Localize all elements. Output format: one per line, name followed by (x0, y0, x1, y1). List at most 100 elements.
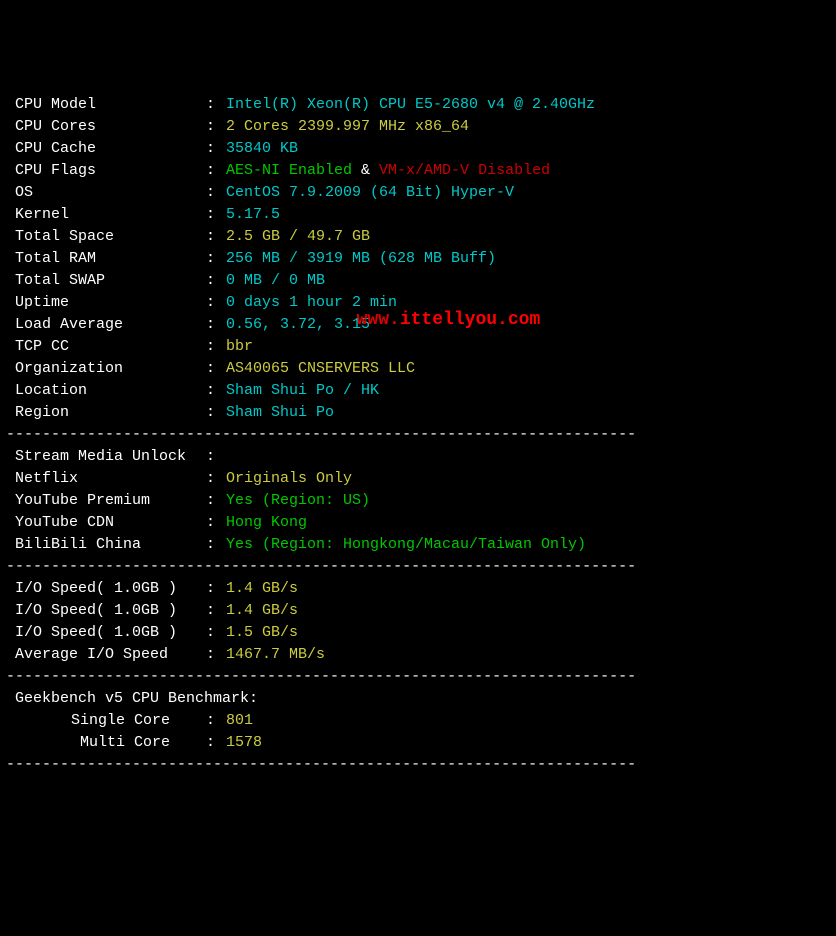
output-row: CPU Model: Intel(R) Xeon(R) CPU E5-2680 … (6, 94, 830, 116)
separator: : (206, 204, 226, 226)
output-row: TCP CC: bbr (6, 336, 830, 358)
divider: ----------------------------------------… (6, 756, 636, 773)
output-row: ----------------------------------------… (6, 556, 830, 578)
output-row: YouTube Premium: Yes (Region: US) (6, 490, 830, 512)
row-label: Kernel (6, 204, 206, 226)
row-label: CPU Flags (6, 160, 206, 182)
row-value: Yes (Region: US) (226, 492, 370, 509)
row-value: 1.5 GB/s (226, 624, 298, 641)
row-label: Total SWAP (6, 270, 206, 292)
separator: : (206, 534, 226, 556)
separator: : (206, 622, 226, 644)
row-value: Intel(R) Xeon(R) CPU E5-2680 v4 @ 2.40GH… (226, 96, 595, 113)
row-label: Total Space (6, 226, 206, 248)
output-row: Total SWAP: 0 MB / 0 MB (6, 270, 830, 292)
output-row: ----------------------------------------… (6, 754, 830, 776)
row-label: Uptime (6, 292, 206, 314)
separator: : (206, 468, 226, 490)
divider: ----------------------------------------… (6, 426, 636, 443)
row-label: BiliBili China (6, 534, 206, 556)
output-row: Stream Media Unlock: (6, 446, 830, 468)
separator: : (206, 644, 226, 666)
row-label: TCP CC (6, 336, 206, 358)
row-label: Organization (6, 358, 206, 380)
divider: ----------------------------------------… (6, 558, 636, 575)
row-label: I/O Speed( 1.0GB ) (6, 578, 206, 600)
separator: : (206, 490, 226, 512)
output-row: CPU Cores: 2 Cores 2399.997 MHz x86_64 (6, 116, 830, 138)
separator: : (206, 600, 226, 622)
output-row: YouTube CDN: Hong Kong (6, 512, 830, 534)
row-value: CentOS 7.9.2009 (64 Bit) Hyper-V (226, 184, 514, 201)
row-label: CPU Cache (6, 138, 206, 160)
separator: : (206, 314, 226, 336)
separator: : (206, 138, 226, 160)
separator: : (206, 248, 226, 270)
plain-text: Geekbench v5 CPU Benchmark: (6, 690, 258, 707)
separator: : (206, 358, 226, 380)
separator: : (206, 710, 226, 732)
output-row: I/O Speed( 1.0GB ): 1.4 GB/s (6, 578, 830, 600)
row-label: Total RAM (6, 248, 206, 270)
separator: : (206, 446, 226, 468)
output-row: Single Core : 801 (6, 710, 830, 732)
output-row: I/O Speed( 1.0GB ): 1.4 GB/s (6, 600, 830, 622)
row-label: Stream Media Unlock (6, 446, 206, 468)
separator: : (206, 512, 226, 534)
output-row: OS: CentOS 7.9.2009 (64 Bit) Hyper-V (6, 182, 830, 204)
row-value: bbr (226, 338, 253, 355)
output-row: Netflix: Originals Only (6, 468, 830, 490)
separator: : (206, 732, 226, 754)
output-row: Multi Core : 1578 (6, 732, 830, 754)
row-value: Hong Kong (226, 514, 307, 531)
row-value: 0 days 1 hour 2 min (226, 294, 397, 311)
row-label: Load Average (6, 314, 206, 336)
row-value: 0.56, 3.72, 3.15 (226, 316, 370, 333)
row-value: Sham Shui Po (226, 404, 334, 421)
output-row: Load Average: 0.56, 3.72, 3.15 (6, 314, 830, 336)
separator: : (206, 292, 226, 314)
separator: : (206, 94, 226, 116)
divider: ----------------------------------------… (6, 668, 636, 685)
row-value: 256 MB / 3919 MB (628 MB Buff) (226, 250, 496, 267)
output-row: Location: Sham Shui Po / HK (6, 380, 830, 402)
output-row: Region: Sham Shui Po (6, 402, 830, 424)
output-row: CPU Cache: 35840 KB (6, 138, 830, 160)
separator: : (206, 116, 226, 138)
output-row: Geekbench v5 CPU Benchmark: (6, 688, 830, 710)
output-row: Uptime: 0 days 1 hour 2 min (6, 292, 830, 314)
separator: : (206, 226, 226, 248)
row-value: 1.4 GB/s (226, 602, 298, 619)
separator: : (206, 336, 226, 358)
row-value: 0 MB / 0 MB (226, 272, 325, 289)
output-row: ----------------------------------------… (6, 424, 830, 446)
row-label: I/O Speed( 1.0GB ) (6, 622, 206, 644)
separator: : (206, 160, 226, 182)
row-value: 5.17.5 (226, 206, 280, 223)
bench-label: Single Core (6, 710, 206, 732)
row-label: Region (6, 402, 206, 424)
output-row: Organization: AS40065 CNSERVERS LLC (6, 358, 830, 380)
row-label: Average I/O Speed (6, 644, 206, 666)
row-value: Originals Only (226, 470, 352, 487)
output-row: Total Space: 2.5 GB / 49.7 GB (6, 226, 830, 248)
separator: : (206, 182, 226, 204)
output-row: ----------------------------------------… (6, 666, 830, 688)
separator: : (206, 402, 226, 424)
row-value: 1.4 GB/s (226, 580, 298, 597)
output-row: CPU Flags: AES-NI Enabled & VM-x/AMD-V D… (6, 160, 830, 182)
row-label: Netflix (6, 468, 206, 490)
separator: : (206, 578, 226, 600)
row-value: Sham Shui Po / HK (226, 382, 379, 399)
bench-label: Multi Core (6, 732, 206, 754)
row-label: I/O Speed( 1.0GB ) (6, 600, 206, 622)
row-value: 2 Cores 2399.997 MHz x86_64 (226, 118, 469, 135)
row-label: OS (6, 182, 206, 204)
row-label: CPU Cores (6, 116, 206, 138)
output-row: Average I/O Speed: 1467.7 MB/s (6, 644, 830, 666)
output-row: Total RAM: 256 MB / 3919 MB (628 MB Buff… (6, 248, 830, 270)
row-label: Location (6, 380, 206, 402)
terminal-output: CPU Model: Intel(R) Xeon(R) CPU E5-2680 … (6, 94, 830, 776)
row-value-part: & (352, 162, 379, 179)
row-value: 2.5 GB / 49.7 GB (226, 228, 370, 245)
